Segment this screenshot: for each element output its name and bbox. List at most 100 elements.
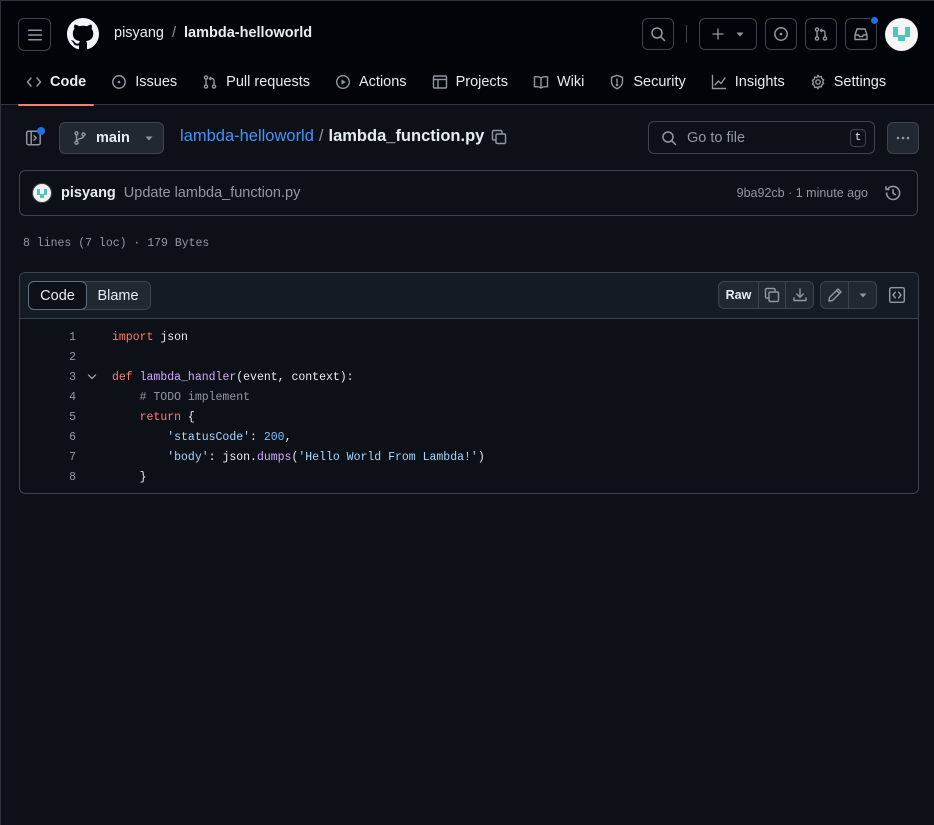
line-number[interactable]: 8 [20, 471, 76, 484]
symbols-panel-button[interactable] [888, 286, 906, 304]
notification-dot [870, 16, 879, 25]
inbox-icon [853, 26, 869, 42]
pencil-icon [827, 287, 843, 303]
code-line: 8 } [20, 467, 918, 487]
code-viewer: Code Blame Raw 1 import json 2 3 def lam… [19, 272, 919, 494]
code-line: 4 # TODO implement [20, 387, 918, 407]
latest-commit-box: pisyang Update lambda_function.py 9ba92c… [19, 170, 918, 216]
create-new-button[interactable] [699, 18, 757, 50]
code-square-icon [888, 286, 906, 304]
tab-label: Security [633, 74, 686, 90]
code-toolbar: Code Blame Raw [20, 273, 918, 319]
github-logo-icon[interactable] [67, 18, 99, 50]
tab-security[interactable]: Security [601, 59, 693, 105]
commit-author[interactable]: pisyang [61, 185, 116, 201]
code-icon [26, 74, 42, 90]
tab-blame-view[interactable]: Blame [86, 282, 150, 309]
line-number[interactable]: 6 [20, 431, 76, 444]
breadcrumb-owner-link[interactable]: pisyang [114, 25, 164, 41]
raw-button[interactable]: Raw [719, 282, 759, 308]
header-divider [686, 25, 687, 43]
side-panel-notification-dot [37, 127, 45, 135]
keyboard-shortcut-hint: t [850, 129, 866, 147]
tab-label: Insights [734, 74, 785, 90]
code-line: 1 import json [20, 327, 918, 347]
tab-label: Code [50, 74, 87, 90]
code-line: 7 'body': json.dumps('Hello World From L… [20, 447, 918, 467]
line-number[interactable]: 5 [20, 411, 76, 424]
line-number[interactable]: 4 [20, 391, 76, 404]
triangle-down-icon [858, 290, 868, 300]
history-icon[interactable] [884, 184, 902, 202]
tab-label: Projects [455, 74, 508, 90]
play-icon [335, 74, 351, 90]
pull-requests-button[interactable] [805, 18, 837, 50]
more-options-button[interactable] [887, 122, 919, 154]
file-breadcrumb-separator: / [318, 127, 324, 145]
line-number[interactable]: 2 [20, 351, 76, 364]
copy-raw-button[interactable] [759, 282, 786, 308]
code-line: 5 return { [20, 407, 918, 427]
book-icon [533, 74, 549, 90]
edit-dropdown-button[interactable] [849, 282, 876, 308]
kebab-horizontal-icon [895, 130, 911, 146]
hamburger-menu-button[interactable] [18, 18, 51, 51]
code-line: 2 [20, 347, 918, 367]
issues-button[interactable] [765, 18, 797, 50]
branch-name: main [96, 130, 130, 146]
go-to-file-input[interactable]: Go to file t [648, 121, 875, 154]
edit-file-button[interactable] [821, 282, 849, 308]
view-mode-toggle: Code Blame [28, 281, 151, 310]
line-number[interactable]: 1 [20, 331, 76, 344]
tab-label: Wiki [556, 74, 585, 90]
tab-actions[interactable]: Actions [327, 59, 415, 105]
copy-path-icon[interactable] [491, 129, 507, 145]
code-text: 'statusCode': 200, [167, 430, 292, 444]
tab-wiki[interactable]: Wiki [525, 59, 592, 105]
tab-issues[interactable]: Issues [103, 59, 185, 105]
file-breadcrumb-filename: lambda_function.py [328, 127, 485, 145]
tab-label: Issues [135, 74, 178, 90]
tab-code-view[interactable]: Code [28, 281, 87, 310]
search-icon [650, 26, 666, 42]
commit-meta[interactable]: 9ba92cb · 1 minute ago [737, 186, 868, 200]
breadcrumb-separator: / [171, 25, 177, 41]
code-text: # TODO implement [112, 390, 251, 404]
tab-projects[interactable]: Projects [424, 59, 516, 105]
file-breadcrumb: lambda-helloworld / lambda_function.py [180, 127, 507, 146]
edit-button-group [820, 281, 877, 309]
commit-author-avatar[interactable] [32, 183, 52, 203]
tab-settings[interactable]: Settings [802, 59, 894, 105]
breadcrumb: pisyang / lambda-helloworld [114, 23, 312, 43]
line-number[interactable]: 7 [20, 451, 76, 464]
triangle-down-icon [144, 133, 154, 143]
search-icon [661, 130, 677, 146]
code-content: 1 import json 2 3 def lambda_handler(eve… [20, 319, 918, 487]
commit-message[interactable]: Update lambda_function.py [124, 185, 301, 201]
global-header: pisyang / lambda-helloworld Code Issues … [1, 1, 934, 106]
code-text: import json [112, 330, 188, 344]
search-button[interactable] [642, 18, 674, 50]
tab-insights[interactable]: Insights [703, 59, 793, 105]
tab-label: Settings [833, 74, 887, 90]
file-info: 8 lines (7 loc) · 179 Bytes [23, 237, 210, 250]
tab-code[interactable]: Code [18, 59, 95, 106]
file-breadcrumb-repo-link[interactable]: lambda-helloworld [180, 127, 314, 146]
user-avatar[interactable] [885, 18, 918, 51]
gear-icon [810, 74, 826, 90]
line-number[interactable]: 3 [20, 371, 76, 384]
git-branch-icon [72, 130, 88, 146]
code-text: 'body': json.dumps('Hello World From Lam… [167, 450, 485, 464]
breadcrumb-repo-link[interactable]: lambda-helloworld [184, 25, 312, 41]
issue-opened-icon [111, 74, 127, 90]
tab-label: Actions [359, 74, 407, 90]
code-line: 6 'statusCode': 200, [20, 427, 918, 447]
code-text: } [112, 470, 147, 484]
chevron-down-icon[interactable] [87, 373, 97, 381]
code-line: 3 def lambda_handler(event, context): [20, 367, 918, 387]
git-pull-request-icon [813, 26, 829, 42]
table-icon [432, 74, 448, 90]
tab-pull-requests[interactable]: Pull requests [194, 59, 318, 105]
download-raw-button[interactable] [786, 282, 813, 308]
branch-selector-button[interactable]: main [59, 122, 164, 154]
